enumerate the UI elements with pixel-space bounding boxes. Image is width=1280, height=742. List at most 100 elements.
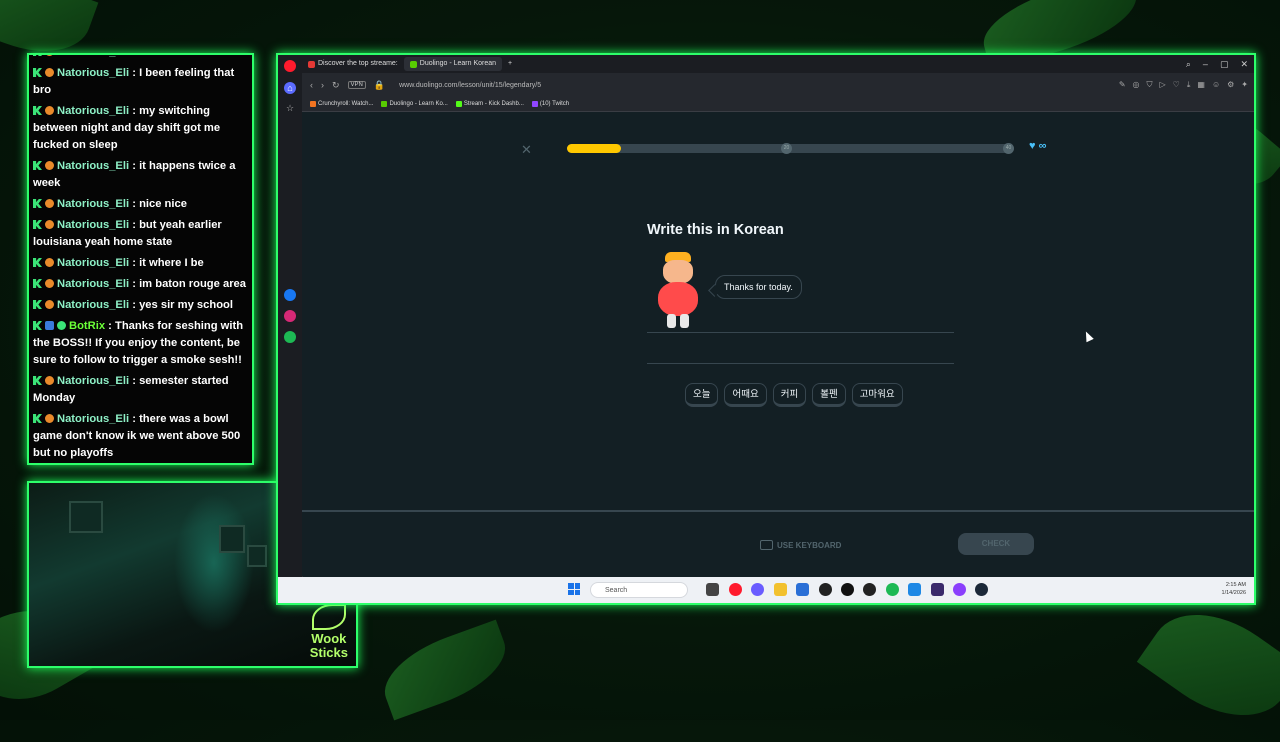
close-lesson-icon[interactable]: ✕ — [521, 142, 532, 158]
chat-username[interactable]: Natorious_Eli — [57, 198, 129, 210]
word-tile[interactable]: 오늘 — [685, 383, 719, 407]
settings-icon[interactable]: ⚙ — [1227, 80, 1234, 90]
app-icon[interactable] — [841, 583, 854, 596]
green-badge-icon — [33, 55, 42, 56]
opera-icon[interactable] — [284, 60, 296, 72]
instagram-icon[interactable] — [284, 310, 296, 322]
speech-bubble[interactable]: Thanks for today. — [715, 275, 802, 299]
use-keyboard-button[interactable]: USE KEYBOARD — [760, 540, 841, 550]
twitch-favicon — [531, 101, 538, 107]
word-tile[interactable]: 커피 — [772, 383, 807, 407]
minimize-button[interactable]: – — [1203, 59, 1208, 70]
back-icon[interactable]: ‹ — [310, 80, 313, 90]
chat-message: Natorious_Eli : I been feeling that bro — [33, 65, 248, 99]
task-view-icon[interactable] — [706, 583, 719, 596]
chat-text: : nice nice — [132, 198, 187, 210]
chat-username[interactable]: Natorious_Eli — [57, 219, 129, 231]
copilot-icon[interactable] — [751, 583, 764, 596]
vpn-badge[interactable]: VPN — [347, 81, 366, 89]
new-tab-button[interactable]: + — [502, 57, 518, 71]
star-icon[interactable]: ☆ — [284, 102, 296, 114]
chat-username[interactable]: Natorious_Eli — [57, 375, 129, 387]
blue-badge-icon — [45, 321, 54, 330]
footer-divider — [302, 510, 1254, 512]
bookmark-twitch[interactable]: (10) Twitch — [531, 101, 570, 107]
check-button[interactable]: CHECK — [958, 533, 1034, 555]
extensions-icon[interactable]: ▦ — [1197, 80, 1205, 90]
url-field[interactable]: www.duolingo.com/lesson/unit/15/legendar… — [399, 82, 541, 89]
forward-icon[interactable]: › — [321, 80, 324, 90]
chat-username[interactable]: Natorious_Eli — [57, 55, 129, 58]
word-tile[interactable]: 볼펜 — [812, 383, 846, 407]
kick-favicon — [455, 101, 462, 107]
word-tile[interactable]: 어때요 — [724, 383, 767, 407]
store-icon[interactable] — [796, 583, 809, 596]
chat-username[interactable]: Natorious_Eli — [57, 257, 129, 269]
word-tile[interactable]: 고마워요 — [851, 383, 903, 407]
address-bar: ‹ › ↻ VPN 🔒 www.duolingo.com/lesson/unit… — [302, 73, 1254, 97]
chat-username[interactable]: BotRix — [69, 320, 105, 332]
app-icon[interactable] — [908, 583, 921, 596]
orange-badge-icon — [45, 68, 54, 77]
home-icon[interactable]: ⌂ — [284, 82, 296, 94]
chat-username[interactable]: Natorious_Eli — [57, 160, 129, 172]
chat-message: Natorious_Eli : im baton rouge area — [33, 276, 248, 293]
bookmark-label: (10) Twitch — [539, 101, 570, 107]
chat-username[interactable]: Natorious_Eli — [57, 299, 129, 311]
camera-icon[interactable]: ◎ — [1133, 80, 1140, 90]
wall-frame — [69, 501, 103, 533]
chat-username[interactable]: Natorious_Eli — [57, 67, 129, 79]
tab-duolingo[interactable]: Duolingo - Learn Korean — [403, 57, 503, 71]
heart-icon[interactable]: ♡ — [1173, 80, 1180, 90]
bookmark-label: Duolingo - Learn Ko... — [389, 101, 448, 107]
bookmark-crunchyroll[interactable]: Crunchyroll: Watch... — [310, 101, 373, 107]
opera-taskbar-icon[interactable] — [729, 583, 742, 596]
chat-text: : yes sir my school — [132, 299, 233, 311]
logo-text-line1: Wook — [311, 631, 347, 646]
wook-sticks-logo: Wook Sticks — [310, 604, 348, 660]
profile-icon[interactable]: ☺ — [1212, 80, 1220, 90]
reload-icon[interactable]: ↻ — [332, 80, 340, 91]
bookmark-duolingo[interactable]: Duolingo - Learn Ko... — [381, 101, 448, 107]
app-icon[interactable] — [953, 583, 966, 596]
download-icon[interactable]: ⤓ — [1187, 80, 1191, 90]
shield-icon[interactable]: ⛉ — [1147, 80, 1153, 90]
orange-badge-icon — [45, 300, 54, 309]
taskbar-search[interactable]: Search — [590, 582, 688, 598]
ai-icon[interactable]: ✦ — [1241, 80, 1248, 90]
progress-bar: 20 40 — [567, 143, 1014, 154]
tab-label: Discover the top streame: — [318, 60, 398, 67]
tab-kick[interactable]: Discover the top streame: — [302, 57, 404, 71]
bookmark-label: Crunchyroll: Watch... — [318, 101, 374, 107]
hearts-infinite[interactable]: ♥ ∞ — [1029, 140, 1046, 152]
spotify-icon[interactable] — [284, 331, 296, 343]
chat-username[interactable]: Natorious_Eli — [57, 413, 129, 425]
stream-chat: Natorious_Eli : lol Natorious_Eli : I bee… — [27, 53, 254, 465]
chat-username[interactable]: Natorious_Eli — [57, 105, 129, 117]
taskbar-clock[interactable]: 2:15 AM 1/14/2026 — [1222, 581, 1246, 597]
app-icon[interactable] — [863, 583, 876, 596]
bookmark-kick[interactable]: Stream - Kick Dashb... — [455, 101, 524, 107]
keyboard-icon — [760, 540, 773, 550]
steam-icon[interactable] — [975, 583, 988, 596]
orange-badge-icon — [45, 258, 54, 267]
file-explorer-icon[interactable] — [774, 583, 787, 596]
chat-message: Natorious_Eli : it where I be — [33, 255, 248, 272]
close-window-button[interactable]: ✕ — [1240, 59, 1248, 70]
green-badge-icon — [33, 300, 42, 309]
edit-icon[interactable]: ✎ — [1119, 80, 1126, 90]
maximize-button[interactable]: ▢ — [1220, 59, 1229, 70]
obs-icon[interactable] — [819, 583, 832, 596]
messenger-icon[interactable] — [284, 289, 296, 301]
chat-message: Natorious_Eli : nice nice — [33, 196, 248, 213]
chat-message: Natorious_Eli : my switching between nig… — [33, 103, 248, 154]
app-icon[interactable] — [931, 583, 944, 596]
start-icon[interactable] — [568, 583, 580, 595]
spotify-taskbar-icon[interactable] — [886, 583, 899, 596]
search-tabs-icon[interactable]: ⌕ — [1186, 59, 1191, 70]
chat-username[interactable]: Natorious_Eli — [57, 278, 129, 290]
chat-message: Natorious_Eli : semester started Monday — [33, 373, 248, 407]
bot-badge-icon — [57, 321, 66, 330]
green-badge-icon — [33, 199, 42, 208]
play-icon[interactable]: ▷ — [1160, 80, 1166, 90]
